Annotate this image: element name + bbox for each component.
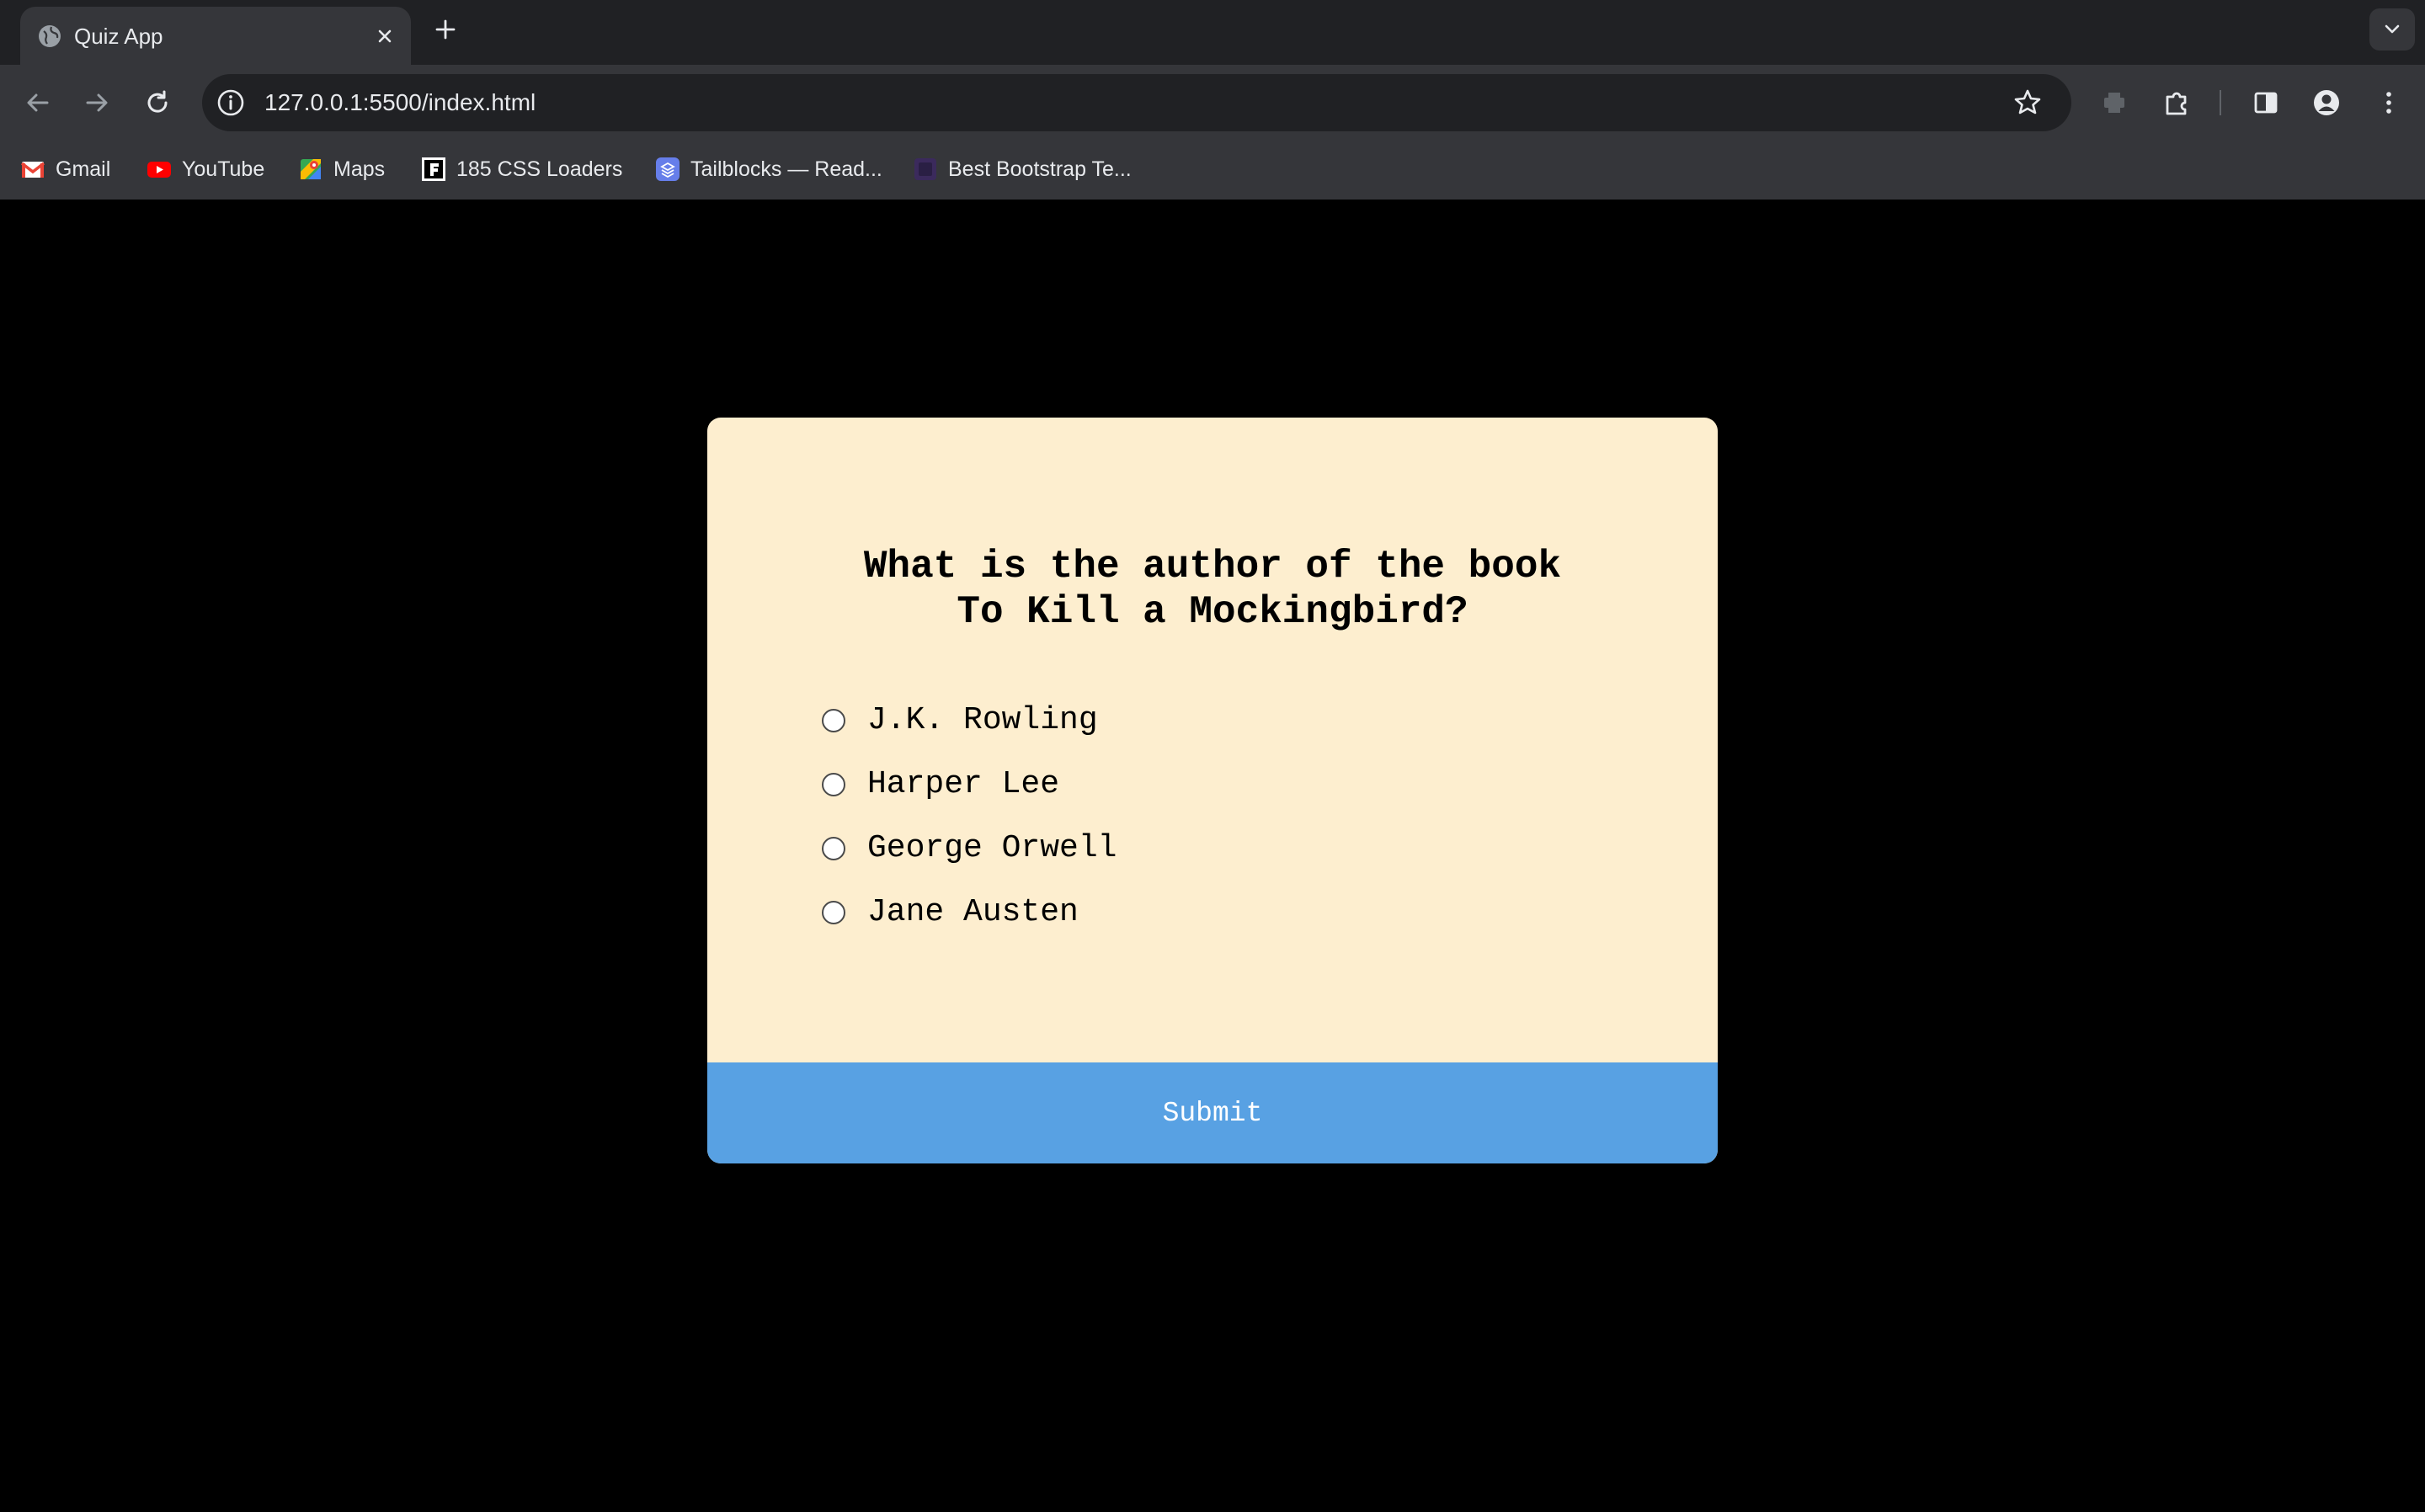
tab-quiz-app[interactable]: Quiz App (20, 7, 411, 65)
bookmark-maps[interactable]: Maps (298, 152, 385, 186)
youtube-icon (147, 162, 171, 178)
print-icon[interactable] (2097, 85, 2132, 120)
extensions-puzzle-icon[interactable] (2159, 85, 2194, 120)
radio-button[interactable] (822, 901, 845, 924)
answer-option[interactable]: George Orwell (822, 817, 1580, 881)
address-bar[interactable]: 127.0.0.1:5500/index.html (202, 74, 2071, 131)
bookmark-css-loaders[interactable]: 185 CSS Loaders (421, 152, 622, 186)
answer-label[interactable]: Jane Austen (867, 894, 1079, 931)
bookmark-star-icon[interactable] (2011, 86, 2044, 120)
browser-window: Quiz App 127.0.0.1:5500/index.html Gmail… (0, 0, 2425, 1512)
answer-list: J.K. Rowling Harper Lee George Orwell Ja… (822, 689, 1580, 945)
bookmark-youtube[interactable]: YouTube (147, 152, 264, 186)
back-arrow-icon[interactable] (20, 85, 56, 120)
tab-title: Quiz App (74, 24, 163, 49)
quiz-question: What is the author of the book To Kill a… (863, 545, 1562, 634)
chevron-down-icon (2385, 24, 2400, 34)
answer-label[interactable]: Harper Lee (867, 766, 1059, 803)
bookmark-label: Best Bootstrap Te... (948, 157, 1132, 181)
bookmark-label: Gmail (56, 157, 111, 181)
radio-button[interactable] (822, 837, 845, 860)
submit-button[interactable]: Submit (707, 1062, 1718, 1163)
url-text[interactable]: 127.0.0.1:5500/index.html (264, 88, 536, 117)
answer-label[interactable]: J.K. Rowling (867, 702, 1098, 739)
maps-icon (301, 159, 321, 179)
bootstrap-icon (914, 158, 936, 180)
bookmark-label: Tailblocks — Read... (690, 157, 882, 181)
gmail-icon (20, 162, 45, 178)
quiz-card: What is the author of the book To Kill a… (707, 418, 1718, 1163)
browser-toolbar: 127.0.0.1:5500/index.html (0, 65, 2425, 141)
forward-arrow-icon[interactable] (79, 85, 115, 120)
bookmark-label: YouTube (182, 157, 265, 181)
css-loaders-icon (422, 157, 445, 181)
new-tab-plus-icon[interactable] (431, 15, 460, 44)
bookmarks-bar: Gmail YouTube Maps 185 CSS Loaders Tailb… (0, 141, 2425, 200)
answer-label[interactable]: George Orwell (867, 830, 1117, 867)
globe-icon (39, 25, 61, 47)
tailblocks-icon (656, 157, 680, 181)
kebab-menu-icon[interactable] (2371, 85, 2406, 120)
close-icon[interactable] (372, 24, 397, 49)
radio-button[interactable] (822, 709, 845, 732)
answer-option[interactable]: J.K. Rowling (822, 689, 1580, 753)
side-panel-icon[interactable] (2248, 85, 2284, 120)
toolbar-divider (2220, 90, 2221, 115)
bookmark-tailblocks[interactable]: Tailblocks — Read... (655, 152, 882, 186)
info-icon[interactable] (214, 86, 248, 120)
answer-option[interactable]: Harper Lee (822, 753, 1580, 817)
bookmark-label: 185 CSS Loaders (456, 157, 623, 181)
reload-icon[interactable] (140, 85, 175, 120)
answer-option[interactable]: Jane Austen (822, 881, 1580, 945)
bookmark-label: Maps (333, 157, 386, 181)
bookmark-gmail[interactable]: Gmail (20, 152, 110, 186)
radio-button[interactable] (822, 773, 845, 796)
profile-avatar-icon[interactable] (2309, 85, 2344, 120)
tab-strip: Quiz App (0, 0, 2425, 65)
bookmark-bootstrap[interactable]: Best Bootstrap Te... (913, 152, 1132, 186)
tab-search-button[interactable] (2369, 8, 2415, 51)
page-viewport: What is the author of the book To Kill a… (0, 200, 2425, 1512)
